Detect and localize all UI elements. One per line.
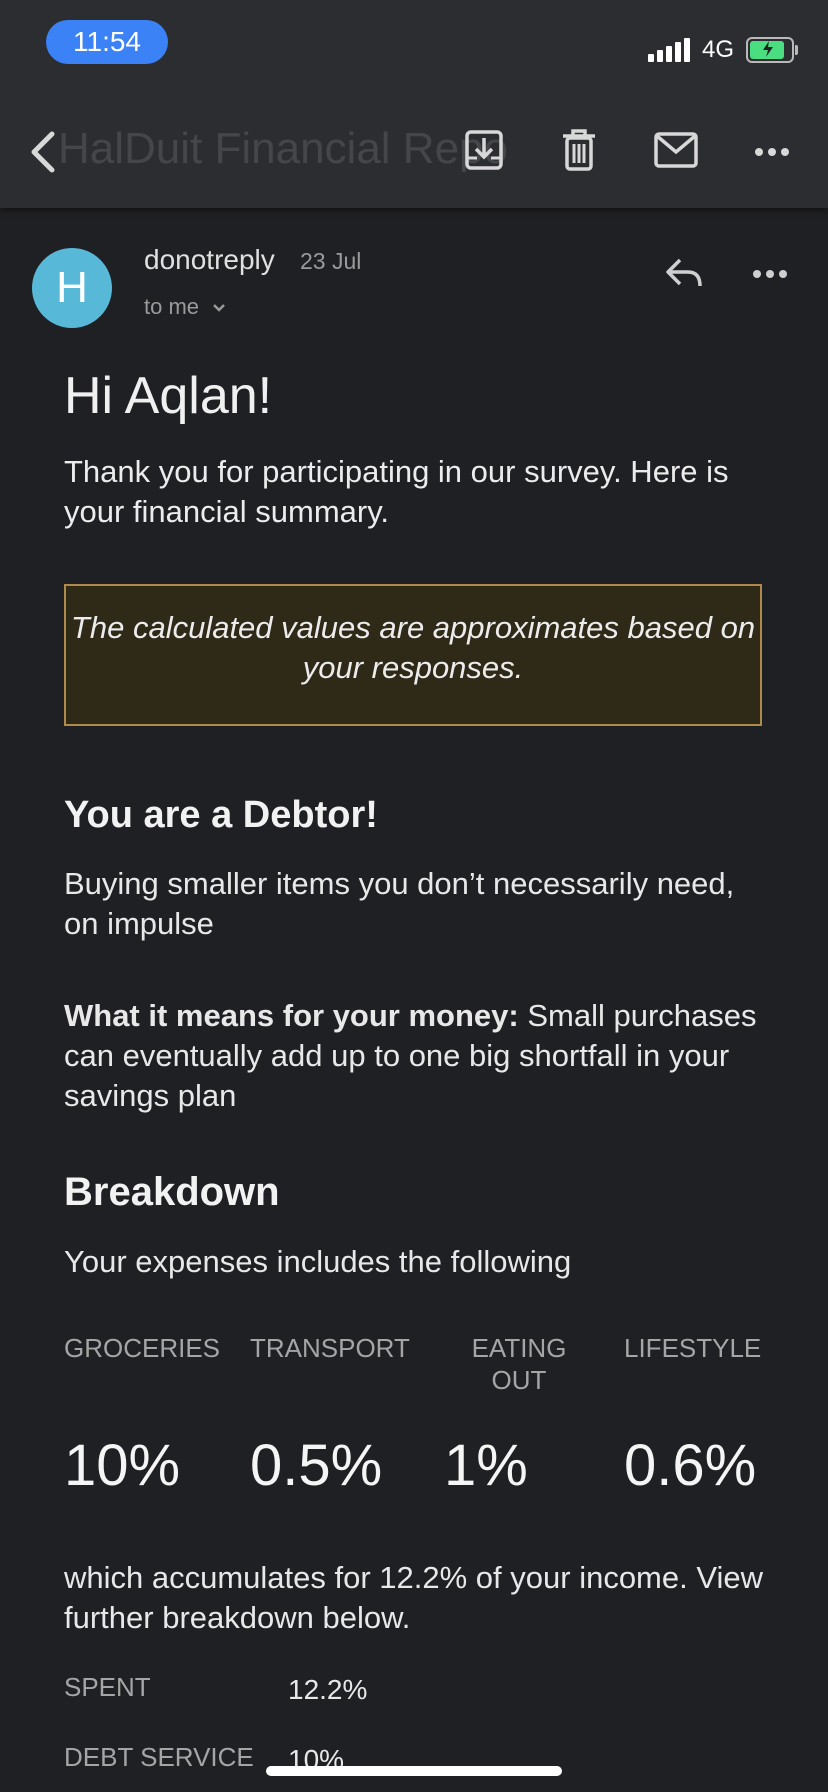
more-icon[interactable] xyxy=(752,262,788,291)
battery-icon xyxy=(746,37,798,63)
mail-icon[interactable] xyxy=(654,132,698,173)
debt-service-label: DEBT SERVICE xyxy=(64,1742,254,1772)
delete-icon[interactable] xyxy=(560,128,598,177)
top-app-bar: 11:54 4G HalDuit Financial Report xyxy=(0,0,828,208)
email-date: 23 Jul xyxy=(300,248,362,274)
email-subject: HalDuit Financial Report xyxy=(58,124,508,173)
status-indicators: 4G xyxy=(647,32,798,68)
spent-label: SPENT xyxy=(64,1672,151,1702)
recipient-toggle[interactable]: to me xyxy=(144,294,227,320)
profile-description: Buying smaller items you don’t necessari… xyxy=(64,866,735,941)
archive-icon[interactable] xyxy=(464,128,504,177)
category-value-lifestyle: 0.6% xyxy=(624,1433,757,1498)
breakdown-intro: Your expenses includes the following xyxy=(64,1244,572,1279)
greeting-heading: Hi Aqlan! xyxy=(64,367,273,425)
breakdown-heading: Breakdown xyxy=(64,1170,280,1214)
signal-icon xyxy=(647,38,690,62)
category-label-lifestyle: LIFESTYLE xyxy=(624,1333,762,1363)
more-icon[interactable] xyxy=(754,140,790,169)
category-label-groceries: GROCERIES xyxy=(64,1333,221,1363)
avatar[interactable]: H xyxy=(32,248,112,328)
category-value-groceries: 10% xyxy=(64,1433,181,1498)
category-label-eating-out: EATING OUT xyxy=(471,1333,567,1395)
sender-header: H donotreply 23 Jul to me xyxy=(0,208,828,328)
chevron-down-icon xyxy=(213,304,226,312)
sender-name[interactable]: donotreply xyxy=(144,244,275,276)
notice-box: The calculated values are approximates b… xyxy=(64,584,762,726)
notice-text: The calculated values are approximates b… xyxy=(70,610,756,685)
profile-type-heading: You are a Debtor! xyxy=(64,794,378,836)
category-value-transport: 0.5% xyxy=(250,1433,383,1498)
recipient-label: to me xyxy=(144,294,200,319)
home-indicator[interactable] xyxy=(266,1766,562,1776)
intro-text: Thank you for participating in our surve… xyxy=(64,454,729,529)
back-icon[interactable] xyxy=(26,128,62,181)
meaning-label: What it means for your money: xyxy=(64,998,519,1033)
category-value-eating-out: 1% xyxy=(444,1433,528,1498)
accumulate-text: which accumulates for 12.2% of your inco… xyxy=(64,1560,763,1635)
status-time: 11:54 xyxy=(46,20,168,64)
meaning-paragraph: What it means for your money: Small purc… xyxy=(64,996,764,1116)
spent-value: 12.2% xyxy=(288,1674,368,1705)
reply-icon[interactable] xyxy=(664,256,704,295)
category-label-transport: TRANSPORT xyxy=(250,1333,410,1363)
network-type: 4G xyxy=(701,36,734,63)
